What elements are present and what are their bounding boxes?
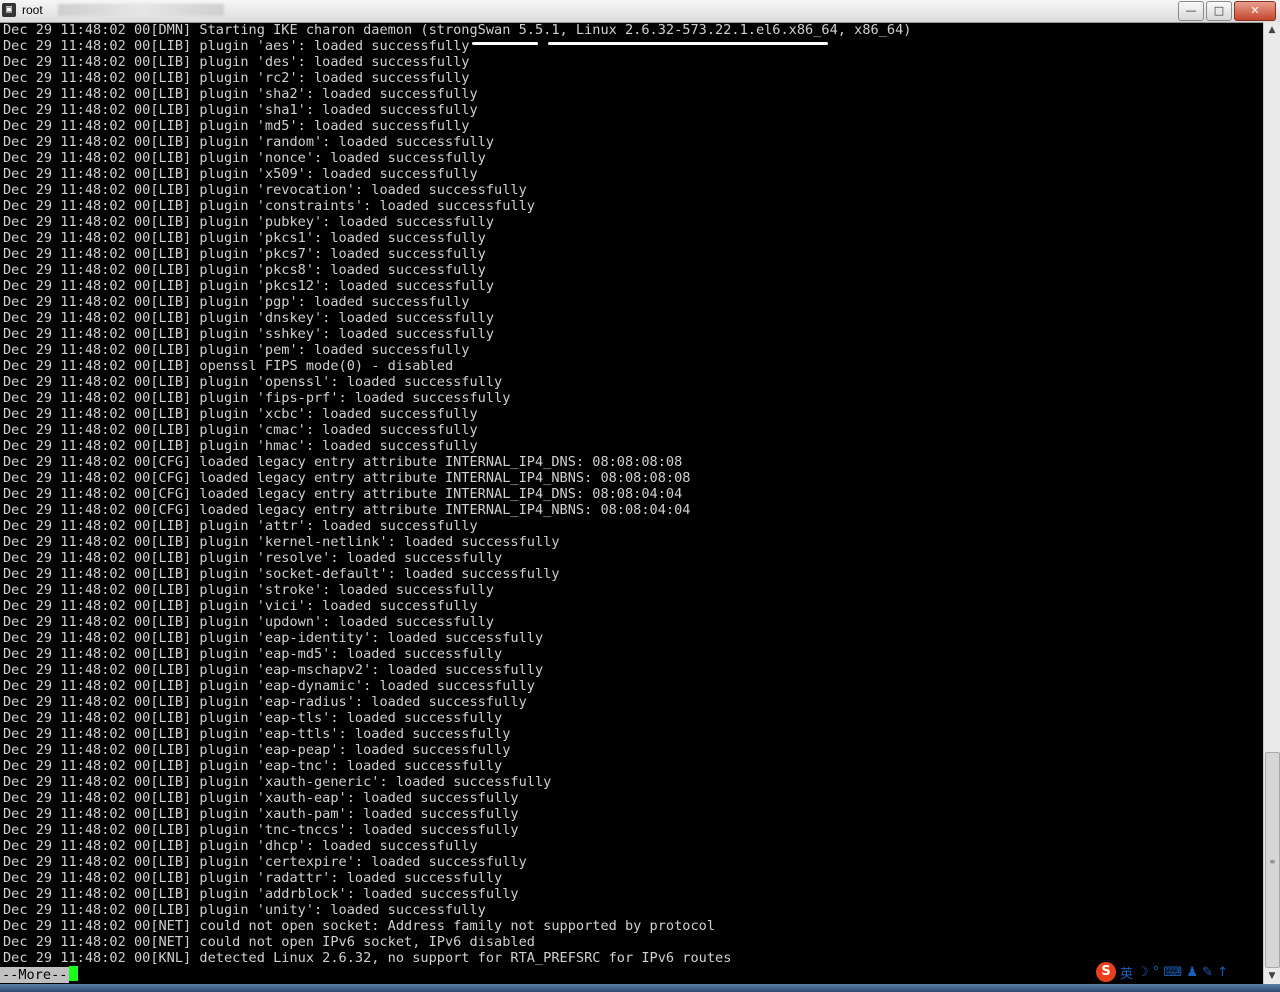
terminal-line: Dec 29 11:48:02 00[LIB] plugin 'openssl'… <box>3 374 503 390</box>
terminal-line: Dec 29 11:48:02 00[LIB] plugin 'eap-peap… <box>3 742 511 758</box>
terminal-line: Dec 29 11:48:02 00[LIB] plugin 'pkcs12':… <box>3 278 495 294</box>
more-prompt: --More-- <box>0 967 70 983</box>
terminal-cursor <box>69 966 79 981</box>
terminal-line: Dec 29 11:48:02 00[LIB] plugin 'hmac': l… <box>3 438 478 454</box>
terminal-line: Dec 29 11:48:02 00[LIB] plugin 'xauth-ge… <box>3 774 552 790</box>
terminal-line: Dec 29 11:48:02 00[LIB] plugin 'md5': lo… <box>3 118 470 134</box>
terminal-line: Dec 29 11:48:02 00[LIB] plugin 'dnskey':… <box>3 310 495 326</box>
terminal-line: Dec 29 11:48:02 00[LIB] plugin 'random':… <box>3 134 495 150</box>
terminal-line: Dec 29 11:48:02 00[LIB] plugin 'constrai… <box>3 198 535 214</box>
terminal-line: Dec 29 11:48:02 00[LIB] plugin 'revocati… <box>3 182 527 198</box>
window-titlebar[interactable]: ▣ root — □ ✕ <box>0 0 1280 23</box>
terminal-line: Dec 29 11:48:02 00[LIB] plugin 'eap-iden… <box>3 630 544 646</box>
terminal-line: Dec 29 11:48:02 00[LIB] plugin 'pem': lo… <box>3 342 470 358</box>
terminal-output[interactable]: Dec 29 11:48:02 00[DMN] Starting IKE cha… <box>0 22 1264 990</box>
ime-tool-icons[interactable]: ☽ ° ⌨ ♟ ✎ ↑ <box>1137 965 1228 980</box>
terminal-line: Dec 29 11:48:02 00[LIB] plugin 'pubkey':… <box>3 214 495 230</box>
terminal-line: Dec 29 11:48:02 00[LIB] plugin 'eap-md5'… <box>3 646 503 662</box>
terminal-line: Dec 29 11:48:02 00[LIB] plugin 'eap-msch… <box>3 662 544 678</box>
terminal-line: Dec 29 11:48:02 00[LIB] plugin 'pkcs8': … <box>3 262 486 278</box>
terminal-line: Dec 29 11:48:02 00[LIB] plugin 'stroke':… <box>3 582 495 598</box>
terminal-line: Dec 29 11:48:02 00[LIB] plugin 'unity': … <box>3 902 486 918</box>
terminal-line: Dec 29 11:48:02 00[LIB] plugin 'tnc-tncc… <box>3 822 519 838</box>
close-button[interactable]: ✕ <box>1234 1 1276 21</box>
terminal-line: Dec 29 11:48:02 00[LIB] plugin 'eap-tls'… <box>3 710 503 726</box>
terminal-line: Dec 29 11:48:02 00[LIB] plugin 'radattr'… <box>3 870 503 886</box>
terminal-line: Dec 29 11:48:02 00[LIB] openssl FIPS mod… <box>3 358 454 374</box>
terminal-line: Dec 29 11:48:02 00[LIB] plugin 'eap-dyna… <box>3 678 535 694</box>
terminal-line: Dec 29 11:48:02 00[LIB] plugin 'xauth-ea… <box>3 790 519 806</box>
terminal-line: Dec 29 11:48:02 00[LIB] plugin 'eap-tnc'… <box>3 758 503 774</box>
terminal-line: Dec 29 11:48:02 00[LIB] plugin 'xauth-pa… <box>3 806 519 822</box>
terminal-line: Dec 29 11:48:02 00[CFG] loaded legacy en… <box>3 454 683 470</box>
terminal-line: Dec 29 11:48:02 00[LIB] plugin 'attr': l… <box>3 518 478 534</box>
maximize-button[interactable]: □ <box>1206 1 1232 21</box>
terminal-line: Dec 29 11:48:02 00[CFG] loaded legacy en… <box>3 502 691 518</box>
redaction-mark <box>548 42 828 45</box>
redaction-mark <box>472 42 538 45</box>
redacted-hostname <box>58 4 224 16</box>
sogou-logo-icon[interactable]: S <box>1096 962 1116 982</box>
terminal-line: Dec 29 11:48:02 00[LIB] plugin 'eap-radi… <box>3 694 527 710</box>
terminal-line: Dec 29 11:48:02 00[DMN] Starting IKE cha… <box>3 22 912 38</box>
terminal-line: Dec 29 11:48:02 00[LIB] plugin 'des': lo… <box>3 54 470 70</box>
terminal-line: Dec 29 11:48:02 00[CFG] loaded legacy en… <box>3 486 683 502</box>
grip-icon: ≡ <box>1270 857 1275 866</box>
terminal-line: Dec 29 11:48:02 00[NET] could not open I… <box>3 934 535 950</box>
terminal-line: Dec 29 11:48:02 00[NET] could not open s… <box>3 918 716 934</box>
terminal-line: Dec 29 11:48:02 00[LIB] plugin 'nonce': … <box>3 150 486 166</box>
terminal-line: Dec 29 11:48:02 00[LIB] plugin 'sha2': l… <box>3 86 478 102</box>
terminal-line: Dec 29 11:48:02 00[LIB] plugin 'vici': l… <box>3 598 478 614</box>
terminal-line: Dec 29 11:48:02 00[LIB] plugin 'cmac': l… <box>3 422 478 438</box>
terminal-line: Dec 29 11:48:02 00[LIB] plugin 'resolve'… <box>3 550 503 566</box>
terminal-line: Dec 29 11:48:02 00[LIB] plugin 'aes': lo… <box>3 38 470 54</box>
terminal-line: Dec 29 11:48:02 00[KNL] detected Linux 2… <box>3 950 732 966</box>
terminal-line: Dec 29 11:48:02 00[LIB] plugin 'sshkey':… <box>3 326 495 342</box>
terminal-line: Dec 29 11:48:02 00[LIB] plugin 'kernel-n… <box>3 534 560 550</box>
pager-prompt[interactable]: --More-- <box>0 966 79 983</box>
ime-toolbar[interactable]: S 英 ☽ ° ⌨ ♟ ✎ ↑ <box>1096 960 1280 984</box>
taskbar[interactable] <box>0 984 1280 992</box>
ime-language-toggle[interactable]: 英 <box>1120 963 1133 982</box>
terminal-line: Dec 29 11:48:02 00[LIB] plugin 'rc2': lo… <box>3 70 470 86</box>
terminal-line: Dec 29 11:48:02 00[LIB] plugin 'fips-prf… <box>3 390 511 406</box>
terminal-line: Dec 29 11:48:02 00[LIB] plugin 'updown':… <box>3 614 495 630</box>
terminal-app-icon: ▣ <box>2 3 16 17</box>
terminal-line: Dec 29 11:48:02 00[LIB] plugin 'addrbloc… <box>3 886 519 902</box>
terminal-line: Dec 29 11:48:02 00[LIB] plugin 'eap-ttls… <box>3 726 511 742</box>
terminal-line: Dec 29 11:48:02 00[LIB] plugin 'x509': l… <box>3 166 478 182</box>
scroll-thumb[interactable]: ≡ <box>1265 752 1280 968</box>
scroll-up-arrow-icon[interactable]: ▲ <box>1264 22 1280 38</box>
vertical-scrollbar[interactable]: ▲ ≡ ▼ <box>1263 22 1280 984</box>
terminal-line: Dec 29 11:48:02 00[LIB] plugin 'pkcs7': … <box>3 246 486 262</box>
terminal-line: Dec 29 11:48:02 00[LIB] plugin 'pgp': lo… <box>3 294 470 310</box>
terminal-line: Dec 29 11:48:02 00[LIB] plugin 'socket-d… <box>3 566 560 582</box>
terminal-line: Dec 29 11:48:02 00[LIB] plugin 'sha1': l… <box>3 102 478 118</box>
terminal-line: Dec 29 11:48:02 00[LIB] plugin 'xcbc': l… <box>3 406 478 422</box>
window-title: root <box>22 3 43 17</box>
terminal-line: Dec 29 11:48:02 00[LIB] plugin 'certexpi… <box>3 854 527 870</box>
terminal-line: Dec 29 11:48:02 00[CFG] loaded legacy en… <box>3 470 691 486</box>
terminal-line: Dec 29 11:48:02 00[LIB] plugin 'pkcs1': … <box>3 230 486 246</box>
terminal-line: Dec 29 11:48:02 00[LIB] plugin 'dhcp': l… <box>3 838 478 854</box>
minimize-button[interactable]: — <box>1178 1 1204 21</box>
